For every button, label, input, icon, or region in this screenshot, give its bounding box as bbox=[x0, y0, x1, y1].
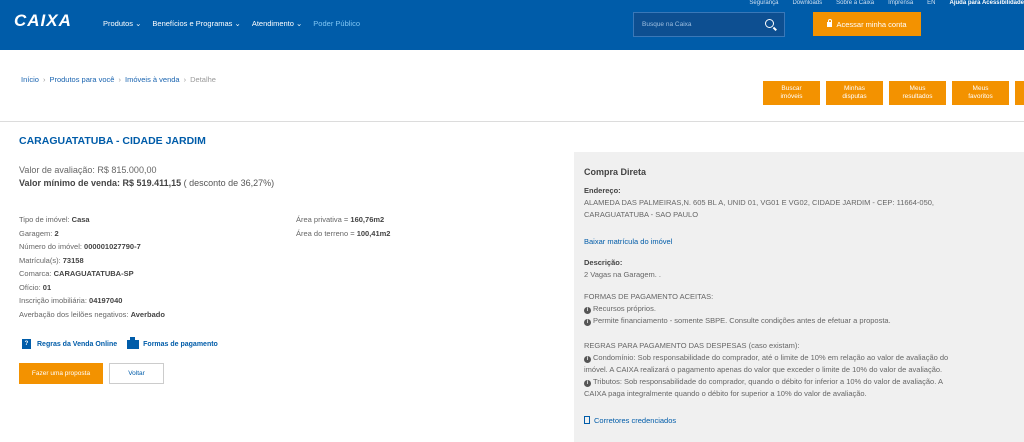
detail-inscricao: Inscrição imobiliária: 04197040 bbox=[19, 296, 123, 305]
valor-minimo: Valor mínimo de venda: R$ 519.411,15 ( d… bbox=[19, 178, 275, 188]
panel-title: Compra Direta bbox=[584, 167, 647, 177]
link-seguranca[interactable]: Segurança bbox=[749, 0, 778, 8]
nav-produtos[interactable]: Produtos ⌄ bbox=[103, 19, 141, 28]
action-buttons: Buscar imóveis Minhas disputas Meus resulta… bbox=[763, 81, 1024, 105]
baixar-matricula-link[interactable]: Baixar matrícula do imóvel bbox=[584, 237, 672, 246]
detail-numero: Número do imóvel: 000001027790-7 bbox=[19, 242, 141, 251]
link-sobre[interactable]: Sobre a Caixa bbox=[836, 0, 874, 8]
link-en[interactable]: EN bbox=[927, 0, 935, 8]
property-details: Tipo de imóvel: Casa Garagem: 2 Número d… bbox=[19, 213, 165, 321]
caixa-logo[interactable]: CAIXA bbox=[14, 11, 72, 31]
login-button[interactable]: Acessar minha conta bbox=[813, 12, 921, 36]
link-imprensa[interactable]: Imprensa bbox=[888, 0, 913, 8]
regras-despesas: REGRAS PARA PAGAMENTO DAS DESPESAS (caso… bbox=[584, 341, 949, 398]
info-icon: i bbox=[584, 356, 591, 363]
corretores-link[interactable]: Corretores credenciados bbox=[584, 416, 676, 425]
formas-pagamento: FORMAS DE PAGAMENTO ACEITAS: i Recursos p… bbox=[584, 292, 891, 326]
minhas-disputas-button[interactable]: Minhas disputas bbox=[826, 81, 883, 105]
login-label: Acessar minha conta bbox=[836, 19, 907, 29]
search-placeholder: Busque na Caixa bbox=[642, 21, 692, 28]
meus-favoritos-button[interactable]: Meus favoritos bbox=[952, 81, 1009, 105]
top-links: Segurança Downloads Sobre a Caixa Impren… bbox=[749, 0, 1024, 8]
breadcrumb-inicio[interactable]: Início bbox=[21, 75, 39, 84]
endereco-text: ALAMEDA DAS PALMEIRAS,N. 605 BL A, UNID … bbox=[584, 198, 934, 219]
detail-oficio: Ofício: 01 bbox=[19, 282, 52, 292]
detail-matricula: Matrícula(s): 73158 bbox=[19, 255, 84, 265]
compra-direta-panel: Compra Direta Endereço: ALAMEDA DAS PALM… bbox=[574, 152, 1024, 442]
descricao-label: Descrição: bbox=[584, 258, 623, 267]
main-nav: Produtos ⌄ Benefícios e Programas ⌄ Aten… bbox=[103, 19, 371, 28]
property-areas: Área privativa = 160,76m2 Área do terren… bbox=[296, 213, 390, 240]
endereco-label: Endereço: bbox=[584, 186, 621, 195]
detail-averbacao: Averbação dos leilões negativos: Averbad… bbox=[19, 309, 165, 319]
detail-area-privativa: Área privativa = 160,76m2 bbox=[296, 215, 385, 224]
property-title: CARAGUATATUBA - CIDADE JARDIM bbox=[19, 135, 206, 147]
meus-resultados-button[interactable]: Meus resultados bbox=[889, 81, 946, 105]
link-ajuda[interactable]: Ajuda para Acessibilidade bbox=[950, 0, 1024, 8]
fazer-proposta-button[interactable]: Fazer uma proposta bbox=[19, 363, 103, 384]
divider bbox=[0, 121, 1024, 122]
question-icon: ? bbox=[22, 339, 31, 349]
detail-garagem: Garagem: 2 bbox=[19, 228, 59, 238]
info-icon: i bbox=[584, 319, 591, 326]
detail-tipo: Tipo de imóvel: Casa bbox=[19, 215, 90, 224]
breadcrumb-produtos[interactable]: Produtos para você bbox=[49, 75, 114, 84]
document-icon bbox=[584, 416, 590, 424]
link-downloads[interactable]: Downloads bbox=[792, 0, 822, 8]
more-button[interactable] bbox=[1015, 81, 1024, 105]
detail-area-terreno: Área do terreno = 100,41m2 bbox=[296, 228, 391, 238]
info-links: ? Regras da Venda Online Formas de pagam… bbox=[22, 336, 218, 349]
valor-avaliacao: Valor de avaliação: R$ 815.000,00 bbox=[19, 165, 157, 175]
breadcrumb: Início › Produtos para você › Imóveis à vend… bbox=[21, 75, 216, 84]
breadcrumb-imoveis[interactable]: Imóveis à venda bbox=[125, 75, 180, 84]
info-icon: i bbox=[584, 307, 591, 314]
nav-atendimento[interactable]: Atendimento ⌄ bbox=[252, 19, 302, 28]
nav-poder-publico[interactable]: Poder Público bbox=[313, 19, 360, 28]
top-header: Segurança Downloads Sobre a Caixa Impren… bbox=[0, 0, 1024, 50]
info-icon: i bbox=[584, 380, 591, 387]
search-icon[interactable] bbox=[765, 19, 774, 28]
wallet-icon bbox=[127, 336, 140, 349]
search-input[interactable]: Busque na Caixa bbox=[633, 12, 785, 37]
descricao-text: 2 Vagas na Garagem. . bbox=[584, 270, 661, 279]
lock-icon bbox=[827, 18, 833, 27]
breadcrumb-current: Detalhe bbox=[190, 75, 216, 84]
buscar-imoveis-button[interactable]: Buscar imóveis bbox=[763, 81, 820, 105]
formas-pagamento-link[interactable]: Formas de pagamento bbox=[143, 341, 218, 348]
voltar-button[interactable]: Voltar bbox=[109, 363, 164, 384]
regras-venda-link[interactable]: Regras da Venda Online bbox=[37, 341, 117, 348]
nav-beneficios[interactable]: Benefícios e Programas ⌄ bbox=[152, 19, 240, 28]
detail-comarca: Comarca: CARAGUATATUBA-SP bbox=[19, 269, 134, 278]
